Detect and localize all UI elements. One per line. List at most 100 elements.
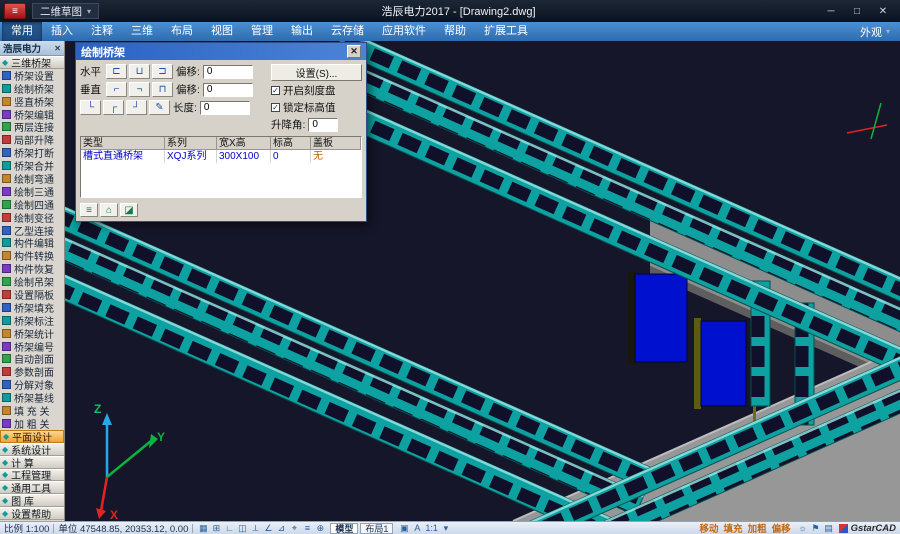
erase-icon[interactable]: ◪: [120, 203, 138, 217]
status-icons-left: ▦⊞∟◫⟂∠⊿⌖≡⊕: [197, 523, 326, 534]
status-toggle-偏移[interactable]: 偏移: [770, 521, 793, 534]
status-toggle-icon[interactable]: ◫: [236, 523, 248, 534]
workspace-label: 二维草图: [40, 4, 82, 19]
panel-frame: [694, 318, 701, 409]
status-icons-far-right: ☼⚑▤: [797, 523, 835, 534]
status-toggle-移动[interactable]: 移动: [698, 521, 721, 534]
menu-tab-输出[interactable]: 输出: [282, 22, 322, 41]
palette-close-icon[interactable]: ✕: [54, 44, 61, 53]
menu-tab-注释[interactable]: 注释: [82, 22, 122, 41]
status-toggle-icon[interactable]: ▦: [197, 523, 209, 534]
lock-elevation-checkbox[interactable]: ✓ 锁定标高值: [271, 100, 362, 115]
tool-icon: [2, 354, 11, 363]
status-toggle-icon[interactable]: ≡: [301, 523, 313, 534]
maximize-button[interactable]: □: [844, 2, 870, 20]
layout-tab-模型[interactable]: 模型: [330, 523, 358, 534]
column-header[interactable]: 系列: [165, 137, 217, 150]
column-header[interactable]: 类型: [81, 137, 165, 150]
tray-horizontal-right-icon[interactable]: ⊐: [152, 64, 173, 79]
column-header[interactable]: 标高: [271, 137, 311, 150]
group-diamond-icon: ◆: [2, 445, 8, 454]
draw-pencil-icon[interactable]: ✎: [149, 100, 170, 115]
tool-icon: [2, 264, 11, 273]
title-bar: ≡ 二维草图 ▾ 浩辰电力2017 - [Drawing2.dwg] ─ □ ✕: [0, 0, 900, 22]
minimize-button[interactable]: ─: [818, 2, 844, 20]
status-icon[interactable]: ⚑: [810, 523, 822, 534]
list-view-icon[interactable]: ≡: [80, 203, 98, 217]
close-button[interactable]: ✕: [870, 2, 896, 20]
menu-tab-视图[interactable]: 视图: [202, 22, 242, 41]
dialog-close-button[interactable]: ✕: [347, 45, 361, 58]
status-icon[interactable]: ▤: [823, 523, 835, 534]
elbow-down-icon[interactable]: ┌: [103, 100, 124, 115]
elbow-buttons: └┌┘✎: [80, 100, 170, 115]
tool-icon: [2, 122, 11, 131]
menu-tab-插入[interactable]: 插入: [42, 22, 82, 41]
status-toggle-icon[interactable]: ⟂: [249, 523, 261, 534]
dial-checkbox[interactable]: ✓ 开启刻度盘: [271, 83, 362, 98]
status-toggle-icon[interactable]: 1:1: [424, 523, 439, 534]
vertical-label: 垂直: [80, 82, 103, 97]
offset-h-label: 偏移:: [176, 64, 200, 79]
tray-horizontal-left-icon[interactable]: ⊏: [106, 64, 127, 79]
menu-tab-三维[interactable]: 三维: [122, 22, 162, 41]
menu-tab-布局[interactable]: 布局: [162, 22, 202, 41]
elbow-turn-icon[interactable]: ┘: [126, 100, 147, 115]
tool-icon: [2, 329, 11, 338]
menu-tab-帮助[interactable]: 帮助: [435, 22, 475, 41]
status-toggle-加粗[interactable]: 加粗: [746, 521, 769, 534]
dialog-footer-buttons: ≡⌂◪: [76, 200, 366, 221]
draw-tray-dialog: 绘制桥架 ✕ 水平 ⊏⊔⊐ 偏移: 垂直: [75, 42, 367, 222]
tray-vertical-left-icon[interactable]: ⌐: [106, 82, 127, 97]
table-row[interactable]: 槽式直通桥架XQJ系列300X1000无: [81, 150, 361, 163]
group-diamond-icon: ◆: [3, 432, 9, 441]
tool-icon: [2, 251, 11, 260]
settings-button[interactable]: 设置(S)...: [271, 64, 362, 81]
menu-tab-管理[interactable]: 管理: [242, 22, 282, 41]
length-input[interactable]: [200, 101, 250, 115]
status-toggle-icon[interactable]: ▾: [440, 523, 452, 534]
layout-tab-布局1[interactable]: 布局1: [360, 523, 393, 534]
column-header[interactable]: 盖板: [311, 137, 361, 150]
status-toggle-icon[interactable]: ∟: [223, 523, 235, 534]
group-diamond-icon: ◆: [2, 458, 8, 467]
sidebar-item-设置帮助[interactable]: ◆设置帮助: [0, 507, 64, 520]
main-area: 浩辰电力 ✕ ◆三维桥架桥架设置绘制桥架竖直桥架桥架编辑两层连接局部升降桥架打断…: [0, 41, 900, 521]
menu-tab-应用软件[interactable]: 应用软件: [373, 22, 435, 41]
table-cell: 无: [311, 150, 361, 163]
status-toggle-填充[interactable]: 填充: [722, 521, 745, 534]
status-toggle-icon[interactable]: ▣: [398, 523, 410, 534]
tool-icon: [2, 342, 11, 351]
status-toggle-icon[interactable]: ⊕: [314, 523, 326, 534]
separator: [192, 524, 193, 533]
menu-tab-扩展工具[interactable]: 扩展工具: [475, 22, 537, 41]
application-window: ≡ 二维草图 ▾ 浩辰电力2017 - [Drawing2.dwg] ─ □ ✕…: [0, 0, 900, 534]
column-header[interactable]: 宽X高: [217, 137, 271, 150]
scale-indicator[interactable]: 比例 1:100: [4, 521, 49, 534]
menu-tab-常用[interactable]: 常用: [2, 22, 42, 41]
offset-h-input[interactable]: [203, 65, 253, 79]
axis-z-label: Z: [94, 402, 101, 416]
pick-point-icon[interactable]: ⌂: [100, 203, 118, 217]
elbow-up-icon[interactable]: └: [80, 100, 101, 115]
tray-vertical-right-icon[interactable]: ⊓: [152, 82, 173, 97]
appearance-menu[interactable]: 外观 ▾: [860, 24, 898, 40]
tray-horizontal-mid-icon[interactable]: ⊔: [129, 64, 150, 79]
tray-vertical-mid-icon[interactable]: ¬: [129, 82, 150, 97]
status-toggle-icon[interactable]: ⊿: [275, 523, 287, 534]
sidebar-list: ◆三维桥架桥架设置绘制桥架竖直桥架桥架编辑两层连接局部升降桥架打断桥架合并绘制弯…: [0, 56, 64, 521]
status-toggle-icon[interactable]: ⌖: [288, 523, 300, 534]
workspace-switcher[interactable]: 二维草图 ▾: [32, 3, 99, 19]
status-toggle-icon[interactable]: ⊞: [210, 523, 222, 534]
offset-v-label: 偏移:: [176, 82, 200, 97]
panel-frame: [628, 271, 635, 365]
app-menu-button[interactable]: ≡: [4, 3, 26, 19]
status-icon[interactable]: ☼: [797, 523, 809, 534]
offset-v-input[interactable]: [203, 83, 253, 97]
drawing-viewport[interactable]: Z Y X 绘制桥架 ✕: [65, 41, 900, 521]
menu-tab-云存储[interactable]: 云存储: [322, 22, 373, 41]
layout-tabs: 模型布局1: [330, 523, 394, 534]
angle-input[interactable]: [308, 118, 338, 132]
status-toggle-icon[interactable]: ∠: [262, 523, 274, 534]
status-toggle-icon[interactable]: A: [411, 523, 423, 534]
